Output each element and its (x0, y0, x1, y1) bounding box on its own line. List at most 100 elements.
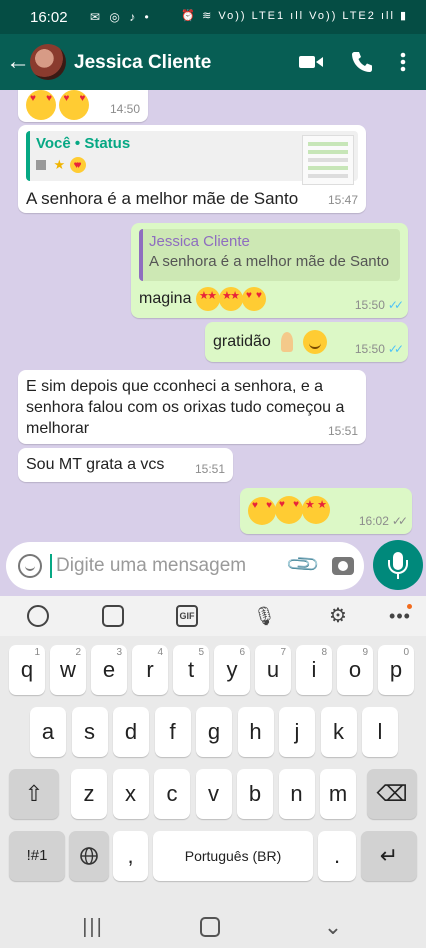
key-secondary-label: 9 (362, 647, 368, 658)
shift-key[interactable]: ⇧ (9, 769, 59, 819)
space-key[interactable]: Português (BR) (153, 831, 313, 881)
key-secondary-label: 4 (157, 647, 163, 658)
voice-record-button[interactable] (373, 540, 423, 590)
period-key[interactable]: . (318, 831, 356, 881)
star-eyes-emoji (218, 287, 243, 311)
key-l[interactable]: l (362, 707, 398, 757)
message-text: E sim depois que cconheci a senhora, e a… (26, 378, 345, 437)
key-label: u (266, 657, 280, 682)
message-input[interactable]: Digite uma mensagem 📎 (6, 542, 364, 590)
message-bubble[interactable]: Você • Status ★ A senhora é a melhor mãe… (18, 125, 366, 213)
sticker-icon[interactable] (102, 605, 124, 627)
key-j[interactable]: j (279, 707, 315, 757)
symbols-key[interactable]: !#1 (9, 831, 65, 881)
globe-icon (80, 847, 98, 865)
enter-key[interactable]: ↵ (361, 831, 417, 881)
comma-key[interactable]: , (113, 831, 148, 881)
key-label: t (187, 657, 195, 682)
quote-author: Jessica Cliente (149, 233, 250, 250)
message-bubble[interactable]: Jessica Cliente A senhora é a melhor mãe… (131, 223, 408, 318)
keyboard-toolbar: GIF 🎙 ⚙ ••• (0, 596, 426, 636)
heart-eyes-emoji (69, 156, 86, 173)
key-t[interactable]: t5 (173, 645, 209, 695)
heart-eyes-emoji (248, 497, 276, 525)
message-bubble[interactable]: 16:02✓✓ (240, 488, 412, 534)
message-bubble[interactable]: E sim depois que cconheci a senhora, e a… (18, 370, 366, 444)
text-caret (50, 554, 52, 578)
message-time: 15:51 (327, 424, 358, 438)
status-bar: 16:02 ✉ ◎ ♪ • ⏰ ≋ Vo)) LTE1 ıll Vo)) LTE… (0, 0, 426, 34)
chat-header: ← Jessica Cliente (0, 34, 426, 90)
key-n[interactable]: n (278, 769, 315, 819)
key-secondary-label: 7 (280, 647, 286, 658)
home-icon[interactable] (200, 917, 220, 937)
key-e[interactable]: e3 (91, 645, 127, 695)
message-text: Sou MT grata a vcs (26, 456, 165, 473)
backspace-key[interactable]: ⌫ (367, 769, 417, 819)
key-label: e (102, 657, 116, 682)
video-call-icon[interactable] (297, 48, 325, 76)
key-z[interactable]: z (71, 769, 107, 819)
key-i[interactable]: i8 (296, 645, 332, 695)
key-w[interactable]: w2 (50, 645, 86, 695)
message-time: 15:50 (354, 298, 385, 312)
key-s[interactable]: s (71, 707, 108, 757)
attach-icon[interactable]: 📎 (284, 546, 321, 583)
star-eyes-emoji (195, 287, 220, 311)
key-f[interactable]: f (154, 707, 191, 757)
quoted-status[interactable]: Você • Status ★ (26, 131, 358, 185)
recent-apps-icon[interactable]: ||| (80, 914, 106, 940)
phone-icon[interactable] (348, 48, 376, 76)
message-placeholder: Digite uma mensagem (56, 555, 247, 576)
status-thumbnail (302, 135, 354, 185)
key-secondary-label: 6 (239, 647, 245, 658)
key-k[interactable]: k (320, 707, 357, 757)
key-u[interactable]: u7 (255, 645, 291, 695)
message-time: 14:50 (109, 102, 140, 116)
status-time: 16:02 (30, 9, 68, 26)
notification-icons: ✉ ◎ ♪ • (90, 10, 152, 24)
avatar[interactable] (30, 44, 66, 80)
nav-back-chevron-icon[interactable]: ⌄ (320, 914, 346, 940)
globe-key[interactable] (69, 831, 109, 881)
read-ticks-icon: ✓✓ (391, 514, 408, 528)
message-bubble[interactable]: Sou MT grata a vcs 15:51 (18, 448, 233, 482)
contact-name[interactable]: Jessica Cliente (74, 52, 211, 74)
key-c[interactable]: c (154, 769, 190, 819)
key-y[interactable]: y6 (214, 645, 250, 695)
message-bubble[interactable]: gratidão 15:50 ✓✓ (205, 322, 408, 362)
key-d[interactable]: d (113, 707, 149, 757)
quoted-message[interactable]: Jessica Cliente A senhora é a melhor mãe… (139, 229, 400, 281)
gif-icon[interactable]: GIF (176, 605, 198, 627)
heart-eyes-emoji (26, 90, 56, 120)
notification-dot (407, 604, 412, 609)
key-x[interactable]: x (112, 769, 149, 819)
key-a[interactable]: a (30, 707, 66, 757)
key-r[interactable]: r4 (132, 645, 168, 695)
key-h[interactable]: h (237, 707, 274, 757)
key-secondary-label: 8 (321, 647, 327, 658)
voice-input-icon[interactable]: 🎙 (253, 605, 276, 627)
settings-gear-icon[interactable]: ⚙ (327, 605, 349, 627)
menu-icon[interactable] (393, 48, 413, 76)
key-p[interactable]: p0 (378, 645, 414, 695)
key-m[interactable]: m (320, 769, 356, 819)
keyboard-emoji-icon[interactable] (27, 605, 49, 627)
key-label: y (226, 657, 238, 682)
emoji-picker-icon[interactable] (18, 554, 42, 578)
chat-area[interactable]: 14:50 Você • Status ★ A senhora é a melh… (0, 90, 426, 596)
message-composer: Digite uma mensagem 📎 (0, 536, 426, 596)
back-arrow-icon[interactable]: ← (6, 48, 30, 76)
camera-icon[interactable] (332, 557, 354, 575)
key-label: o (348, 657, 362, 682)
key-g[interactable]: g (196, 707, 232, 757)
star-emoji: ★ (53, 156, 66, 172)
key-secondary-label: 2 (75, 647, 81, 658)
key-label: w (60, 657, 76, 682)
key-v[interactable]: v (195, 769, 232, 819)
key-q[interactable]: q1 (9, 645, 45, 695)
key-b[interactable]: b (237, 769, 273, 819)
message-bubble[interactable]: 14:50 (18, 90, 148, 122)
key-o[interactable]: o9 (337, 645, 373, 695)
message-meta: 15:50 ✓✓ (354, 298, 404, 312)
